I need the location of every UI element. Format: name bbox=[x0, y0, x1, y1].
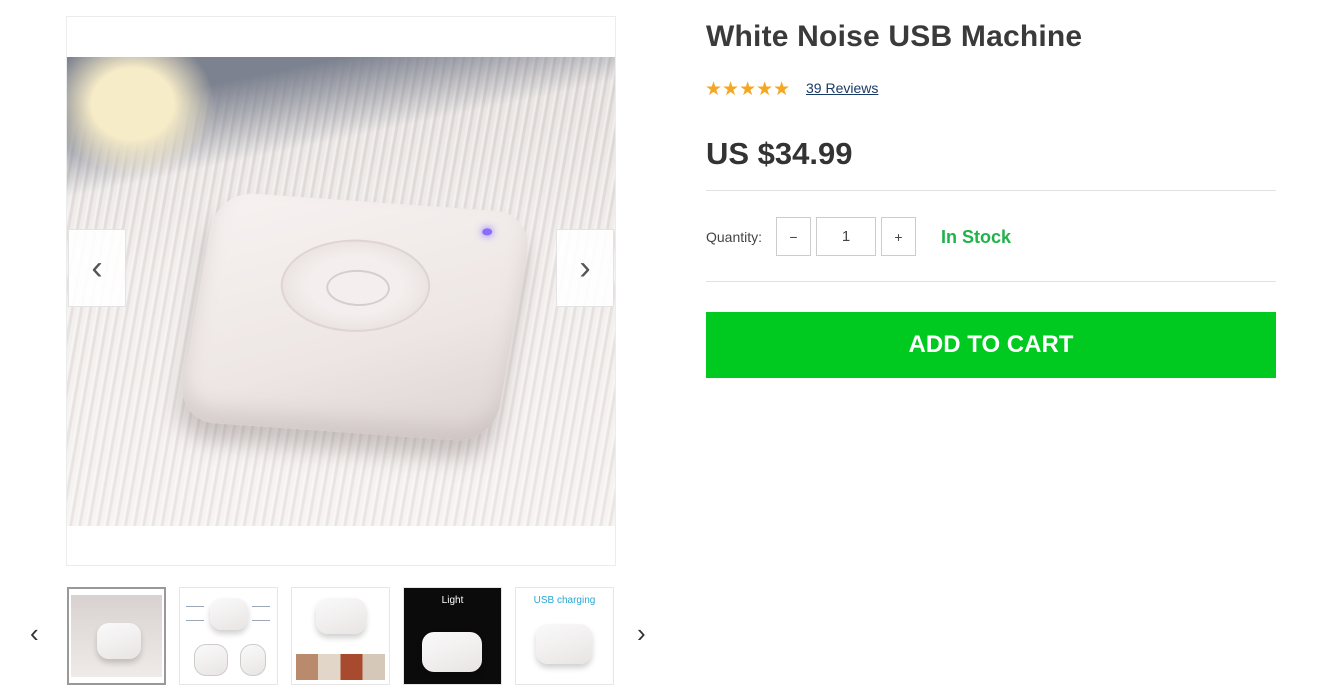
gallery-next-button[interactable]: › bbox=[556, 229, 614, 307]
product-main-image[interactable] bbox=[67, 57, 615, 526]
thumbnail-3[interactable] bbox=[291, 587, 390, 685]
quantity-input[interactable] bbox=[816, 217, 876, 256]
thumbnails-next-button[interactable]: › bbox=[637, 620, 646, 646]
white-noise-device-image bbox=[176, 191, 534, 443]
diagram-line bbox=[186, 606, 204, 607]
thumbnail-device bbox=[316, 598, 366, 634]
thumbnail-device-bottom bbox=[194, 644, 228, 676]
rating-stars-icon: ★★★★★ bbox=[705, 79, 791, 100]
quantity-increase-button[interactable]: + bbox=[881, 217, 916, 256]
reviews-link[interactable]: 39 Reviews bbox=[806, 80, 878, 96]
diagram-line bbox=[186, 620, 204, 621]
thumbnails-prev-button[interactable]: ‹ bbox=[30, 620, 39, 646]
thumbnail-device bbox=[422, 632, 482, 672]
add-to-cart-button[interactable]: ADD TO CART bbox=[706, 312, 1276, 378]
diagram-line bbox=[252, 606, 270, 607]
thumbnail-4[interactable]: Light bbox=[403, 587, 502, 685]
thumbnail-device-side bbox=[240, 644, 266, 676]
diagram-line bbox=[252, 620, 270, 621]
thumbnail-caption: USB charging bbox=[533, 595, 596, 606]
main-image-frame bbox=[66, 16, 616, 566]
device-led-indicator bbox=[481, 228, 493, 236]
product-price: US $34.99 bbox=[706, 136, 853, 171]
thumbnail-caption: Light bbox=[441, 595, 464, 606]
divider bbox=[706, 190, 1276, 191]
thumbnail-device bbox=[210, 598, 248, 630]
thumbnail-device bbox=[97, 623, 141, 659]
product-title: White Noise USB Machine bbox=[706, 20, 1083, 53]
thumbnail-5[interactable]: USB charging bbox=[515, 587, 614, 685]
divider bbox=[706, 281, 1276, 282]
quantity-label: Quantity: bbox=[706, 229, 763, 245]
thumbnail-scene-photos bbox=[296, 654, 385, 680]
thumbnail-1[interactable] bbox=[67, 587, 166, 685]
quantity-decrease-button[interactable]: − bbox=[776, 217, 811, 256]
gallery-prev-button[interactable]: ‹ bbox=[68, 229, 126, 307]
thumbnail-device bbox=[536, 624, 592, 664]
device-button-ring bbox=[273, 234, 438, 337]
stock-status: In Stock bbox=[941, 227, 1012, 247]
thumbnail-2[interactable] bbox=[179, 587, 278, 685]
